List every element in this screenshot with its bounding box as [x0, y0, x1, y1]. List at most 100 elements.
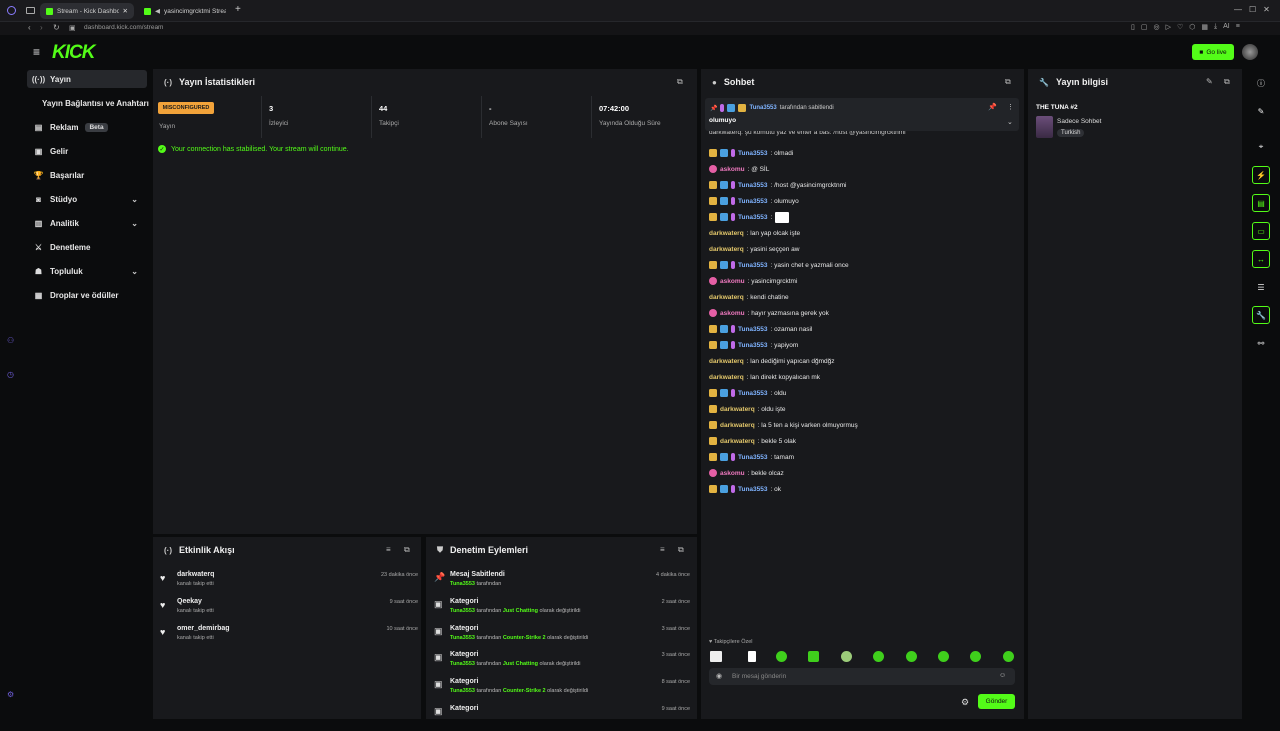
forward-icon[interactable]: › [40, 23, 43, 32]
chevron-down-icon[interactable]: ⌄ [1007, 118, 1013, 126]
emote-kick-icon[interactable] [776, 651, 787, 662]
heart-icon[interactable]: ♡ [1177, 23, 1183, 31]
sidebar-item-basarilar[interactable]: 🏆 Başarılar [27, 166, 147, 184]
workspaces-icon[interactable] [26, 7, 35, 14]
chat-message[interactable]: Tuna3553: yapiyom [709, 339, 798, 351]
activity-user[interactable]: darkwaterq [177, 571, 214, 578]
chat-message[interactable]: Tuna3553: tamam [709, 451, 794, 463]
chat-message[interactable]: darkwaterq: oldu işte [709, 403, 786, 415]
popout-icon[interactable]: ⧉ [677, 77, 683, 87]
chat-username[interactable]: Tuna3553 [738, 342, 768, 349]
sidebar-item-topluluk[interactable]: ☗ Topluluk ⌄ [27, 262, 147, 280]
send-button[interactable]: Gönder [978, 694, 1015, 709]
emote-frog-icon[interactable] [808, 651, 819, 662]
popout-icon[interactable]: ⧉ [404, 545, 410, 555]
chat-icon[interactable]: ▭ [1252, 222, 1270, 240]
chat-username[interactable]: askomu [720, 470, 745, 477]
resize-icon[interactable]: ↔ [1252, 250, 1270, 268]
moderation-item[interactable]: ▣ Kategori Tuna3553 tarafından Counter-Str… [434, 678, 690, 704]
emote-laugh-icon[interactable] [938, 651, 949, 662]
chat-username[interactable]: Tuna3553 [738, 214, 768, 221]
unpin-icon[interactable]: 📌 [988, 103, 997, 111]
popout-icon[interactable]: ⧉ [1005, 77, 1011, 87]
menu-icon[interactable]: ≡ [1236, 23, 1240, 31]
chat-message[interactable]: darkwaterq: lan dediğimi yapıcan dğmdğz [709, 355, 835, 367]
chat-username[interactable]: darkwaterq [709, 230, 744, 237]
chat-username[interactable]: darkwaterq [709, 358, 744, 365]
browser-logo-icon[interactable] [7, 6, 16, 15]
chat-message[interactable]: Tuna3553: ok [709, 483, 781, 495]
screenshot-icon[interactable]: ▢ [1141, 23, 1148, 31]
chat-message[interactable]: askomu: hayır yazmasına gerek yok [709, 307, 829, 319]
chat-username[interactable]: Tuna3553 [738, 198, 768, 205]
settings-small-icon[interactable]: ⚙ [7, 690, 14, 699]
chat-username[interactable]: Tuna3553 [738, 454, 768, 461]
moderation-item[interactable]: ▣ Kategori Tuna3553 tarafından Counter-Str… [434, 625, 690, 651]
chat-username[interactable]: Tuna3553 [738, 390, 768, 397]
stream-tag[interactable]: Turkish [1057, 129, 1085, 137]
emoji-icon[interactable]: ☺ [999, 672, 1006, 679]
chat-settings-icon[interactable]: ⚙ [961, 697, 969, 708]
filter-icon[interactable]: ≡ [660, 545, 665, 554]
browser-tab-stream[interactable]: Stream - Kick Dashboard ✕ [40, 3, 134, 19]
mod-actor[interactable]: Tuna3553 [450, 688, 475, 694]
stream-category[interactable]: Sadece Sohbet [1057, 118, 1101, 125]
emote-smile-icon[interactable] [873, 651, 884, 662]
back-icon[interactable]: ‹ [28, 23, 31, 32]
mod-actor[interactable]: Tuna3553 [450, 635, 475, 641]
emote-wink-icon[interactable] [970, 651, 981, 662]
emote-cool-icon[interactable] [1003, 651, 1014, 662]
chat-username[interactable]: Tuna3553 [738, 326, 768, 333]
chat-message[interactable]: Tuna3553: olmadi [709, 147, 793, 159]
go-live-button[interactable]: ■ Go live [1192, 44, 1234, 60]
chat-message[interactable]: Tuna3553: /host @yasincimgrcktnmi [709, 179, 846, 191]
qr-icon[interactable]: ▦ [1201, 23, 1208, 31]
sidebar-item-stream-key[interactable]: Yayın Bağlantısı ve Anahtarı [27, 94, 152, 112]
chat-username[interactable]: Tuna3553 [738, 150, 768, 157]
chat-message[interactable]: darkwaterq: lan direkt kopyalıcan mk [709, 371, 820, 383]
chat-message[interactable]: darkwaterq: yasini seççen aw [709, 243, 799, 255]
moderation-item[interactable]: ▣ Kategori 9 saat önce [434, 705, 690, 731]
chat-username[interactable]: askomu [720, 278, 745, 285]
translate-icon[interactable]: ◎ [1153, 23, 1159, 31]
chat-username[interactable]: askomu [720, 310, 745, 317]
moderation-item[interactable]: ▣ Kategori Tuna3553 tarafından Just Chatti… [434, 651, 690, 677]
share-icon[interactable]: ⚯ [1252, 334, 1270, 352]
chat-message[interactable]: Tuna3553: oldu [709, 387, 786, 399]
chat-message[interactable]: darkwaterq: bekle 5 olak [709, 435, 796, 447]
history-icon[interactable]: ◷ [7, 370, 14, 379]
sidebar-item-denetleme[interactable]: ⚔ Denetleme [27, 238, 147, 256]
mod-actor[interactable]: Tuna3553 [450, 581, 475, 587]
emote-phone-icon[interactable] [748, 651, 756, 662]
activity-user[interactable]: omer_demirbag [177, 625, 230, 632]
activity-user[interactable]: Qeekay [177, 598, 202, 605]
mod-actor[interactable]: Tuna3553 [450, 661, 475, 667]
reload-icon[interactable]: ↻ [53, 23, 60, 32]
chat-message[interactable]: Tuna3553: olumuyo [709, 195, 799, 207]
activity-item[interactable]: ♥ darkwaterq kanalı takip etti 23 dakika ön… [160, 571, 418, 593]
sidebar-item-studyo[interactable]: ◙ Stüdyo ⌄ [27, 190, 147, 208]
emote-spin-icon[interactable] [906, 651, 917, 662]
more-options-icon[interactable]: ⋮ [1007, 103, 1014, 111]
edit-icon[interactable]: ✎ [1252, 102, 1270, 120]
maximize-icon[interactable]: ☐ [1249, 5, 1256, 14]
sidebar-item-reklam[interactable]: ▤ Reklam Beta [27, 118, 147, 136]
chat-message[interactable]: darkwaterq: la 5 ten a kişi varken olmuy… [709, 419, 858, 431]
filter-icon[interactable]: ≡ [386, 545, 391, 554]
flash-icon[interactable]: ⚡ [1252, 166, 1270, 184]
moderation-item[interactable]: 📌 Mesaj Sabitlendi Tuna3553 tarafından 4 d… [434, 571, 690, 597]
sidebar-item-yayin[interactable]: ((·)) Yayın [27, 70, 147, 88]
chat-message[interactable]: askomu: yasincimgrcktmi [709, 275, 797, 287]
chat-username[interactable]: Tuna3553 [738, 182, 768, 189]
download-icon[interactable]: ⤓ [1214, 23, 1217, 31]
ai-icon[interactable]: AI [1223, 23, 1230, 31]
lock-icon[interactable]: ▣ [69, 24, 76, 32]
activity-item[interactable]: ♥ omer_demirbag kanalı takip etti 10 saat ö… [160, 625, 418, 647]
chat-username[interactable]: darkwaterq [720, 422, 755, 429]
side-panel-icon[interactable]: ⚇ [7, 336, 14, 345]
url-text[interactable]: dashboard.kick.com/stream [84, 24, 163, 31]
edit-pencil-icon[interactable]: ✎ [1206, 77, 1213, 86]
moderation-item[interactable]: ▣ Kategori Tuna3553 tarafından Just Chatti… [434, 598, 690, 624]
info-icon[interactable]: ⓘ [1252, 74, 1270, 92]
chat-username[interactable]: darkwaterq [720, 406, 755, 413]
